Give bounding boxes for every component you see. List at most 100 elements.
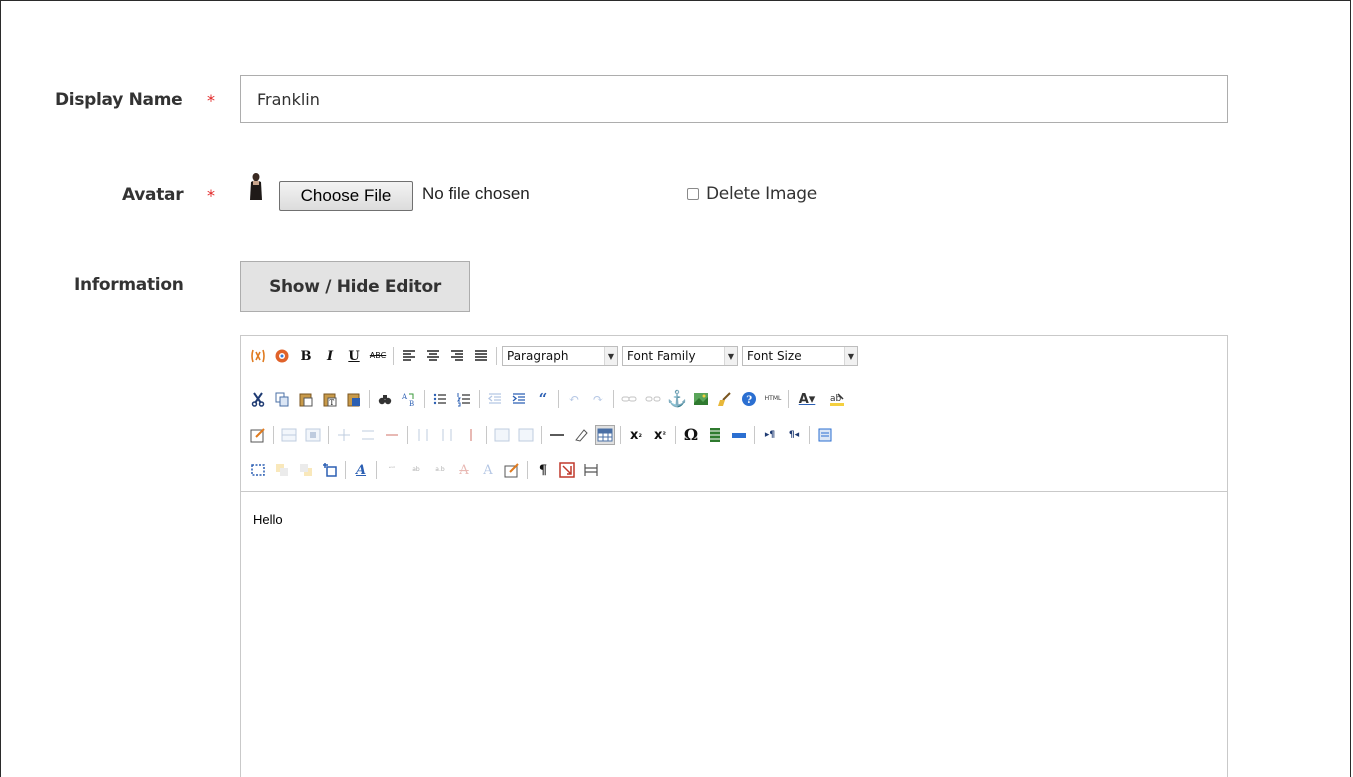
fullscreen-icon[interactable]	[815, 425, 835, 445]
display-name-required-mark: *	[207, 91, 215, 110]
blockquote-icon[interactable]: “	[533, 389, 553, 409]
unlink-icon[interactable]	[643, 389, 663, 409]
numbered-list-icon[interactable]	[454, 389, 474, 409]
copy-icon[interactable]	[272, 389, 292, 409]
widget-icon[interactable]	[248, 346, 268, 366]
display-name-input[interactable]	[240, 75, 1228, 123]
information-label: Information	[74, 275, 184, 295]
font-family-select[interactable]: Font Family ▼	[622, 346, 738, 366]
subscript-icon[interactable]: x₂	[626, 425, 646, 445]
media-icon[interactable]	[705, 425, 725, 445]
delete-row-icon[interactable]	[382, 425, 402, 445]
split-cells-icon[interactable]	[492, 425, 512, 445]
edit-css-icon[interactable]	[248, 425, 268, 445]
toolbar-separator	[527, 461, 528, 479]
deletion-icon[interactable]: A	[454, 460, 474, 480]
remove-format-icon[interactable]	[571, 425, 591, 445]
bold-icon[interactable]: B	[296, 346, 316, 366]
visual-chars-icon[interactable]	[581, 460, 601, 480]
horizontal-rule-icon[interactable]	[547, 425, 567, 445]
insert-col-before-icon[interactable]	[413, 425, 433, 445]
choose-file-button[interactable]: Choose File	[279, 181, 413, 211]
superscript-icon[interactable]: x²	[650, 425, 670, 445]
toolbar-separator	[541, 426, 542, 444]
font-size-select-caret-icon: ▼	[844, 347, 857, 365]
help-icon[interactable]: ?	[739, 389, 759, 409]
show-blocks-icon[interactable]: ¶	[533, 460, 553, 480]
attributes-icon[interactable]	[502, 460, 522, 480]
font-family-select-caret-icon: ▼	[724, 347, 737, 365]
insertion-icon[interactable]: A	[478, 460, 498, 480]
text-color-icon[interactable]: A▾	[794, 389, 820, 409]
editor-content[interactable]: Hello	[253, 512, 283, 527]
delete-col-icon[interactable]	[461, 425, 481, 445]
merge-cells-icon[interactable]	[516, 425, 536, 445]
cleanup-icon[interactable]	[715, 389, 735, 409]
background-color-icon[interactable]: ab	[824, 389, 850, 409]
svg-text:?: ?	[746, 395, 752, 406]
undo-icon[interactable]: ↶	[564, 389, 584, 409]
insert-row-after-icon[interactable]	[358, 425, 378, 445]
delete-image-option[interactable]: Delete Image	[687, 184, 817, 204]
bullet-list-icon[interactable]	[430, 389, 450, 409]
toolbar-separator	[273, 426, 274, 444]
svg-text:T: T	[330, 399, 335, 407]
special-character-icon[interactable]: Ω	[681, 425, 701, 445]
delete-image-label: Delete Image	[706, 184, 817, 204]
rtl-icon[interactable]: ¶◂	[784, 425, 804, 445]
underline-icon[interactable]: U	[344, 346, 364, 366]
toolbar-row-1: B I U ABC Paragraph ▼ Font Family ▼ Font…	[248, 344, 862, 368]
find-icon[interactable]	[375, 389, 395, 409]
replace-icon[interactable]: AB	[399, 389, 419, 409]
align-justify-icon[interactable]	[471, 346, 491, 366]
styles-icon[interactable]: A	[351, 460, 371, 480]
move-backward-icon[interactable]	[296, 460, 316, 480]
nonbreaking-space-icon[interactable]	[729, 425, 749, 445]
table-cell-props-icon[interactable]	[303, 425, 323, 445]
avatar-thumbnail	[250, 173, 262, 200]
ltr-icon[interactable]: ▸¶	[760, 425, 780, 445]
paste-icon[interactable]	[296, 389, 316, 409]
insert-layer-icon[interactable]	[248, 460, 268, 480]
table-icon[interactable]	[595, 425, 615, 445]
anchor-icon[interactable]: ⚓	[667, 389, 687, 409]
format-select-value: Paragraph	[507, 349, 569, 363]
toolbar-separator	[345, 461, 346, 479]
wysiwyg-editor: B I U ABC Paragraph ▼ Font Family ▼ Font…	[240, 335, 1228, 777]
align-right-icon[interactable]	[447, 346, 467, 366]
table-row-props-icon[interactable]	[279, 425, 299, 445]
outdent-icon[interactable]	[485, 389, 505, 409]
redo-icon[interactable]: ↷	[588, 389, 608, 409]
indent-icon[interactable]	[509, 389, 529, 409]
cite-icon[interactable]: “”	[382, 460, 402, 480]
toolbar-separator	[558, 390, 559, 408]
insert-col-after-icon[interactable]	[437, 425, 457, 445]
paste-word-icon[interactable]	[344, 389, 364, 409]
strikethrough-icon[interactable]: ABC	[368, 346, 388, 366]
move-forward-icon[interactable]	[272, 460, 292, 480]
format-select[interactable]: Paragraph ▼	[502, 346, 618, 366]
toolbar-separator	[496, 347, 497, 365]
format-select-caret-icon: ▼	[604, 347, 617, 365]
image-icon[interactable]	[691, 389, 711, 409]
show-hide-editor-button[interactable]: Show / Hide Editor	[240, 261, 470, 312]
abbreviation-icon[interactable]: ab	[406, 460, 426, 480]
delete-image-checkbox[interactable]	[687, 188, 699, 200]
align-left-icon[interactable]	[399, 346, 419, 366]
toolbar-separator	[620, 426, 621, 444]
acronym-icon[interactable]: a.b	[430, 460, 450, 480]
page-break-icon[interactable]	[557, 460, 577, 480]
absolute-position-icon[interactable]	[320, 460, 340, 480]
align-center-icon[interactable]	[423, 346, 443, 366]
insert-image-icon[interactable]	[272, 346, 292, 366]
link-icon[interactable]	[619, 389, 639, 409]
html-source-button[interactable]: HTML	[763, 389, 783, 409]
toolbar-row-4: A “” ab a.b A A ¶	[248, 458, 605, 482]
cut-icon[interactable]	[248, 389, 268, 409]
toolbar-row-3: x₂ x² Ω ▸¶ ¶◂	[248, 423, 839, 447]
svg-text:A: A	[401, 393, 408, 401]
paste-text-icon[interactable]: T	[320, 389, 340, 409]
insert-row-before-icon[interactable]	[334, 425, 354, 445]
font-size-select[interactable]: Font Size ▼	[742, 346, 858, 366]
italic-icon[interactable]: I	[320, 346, 340, 366]
